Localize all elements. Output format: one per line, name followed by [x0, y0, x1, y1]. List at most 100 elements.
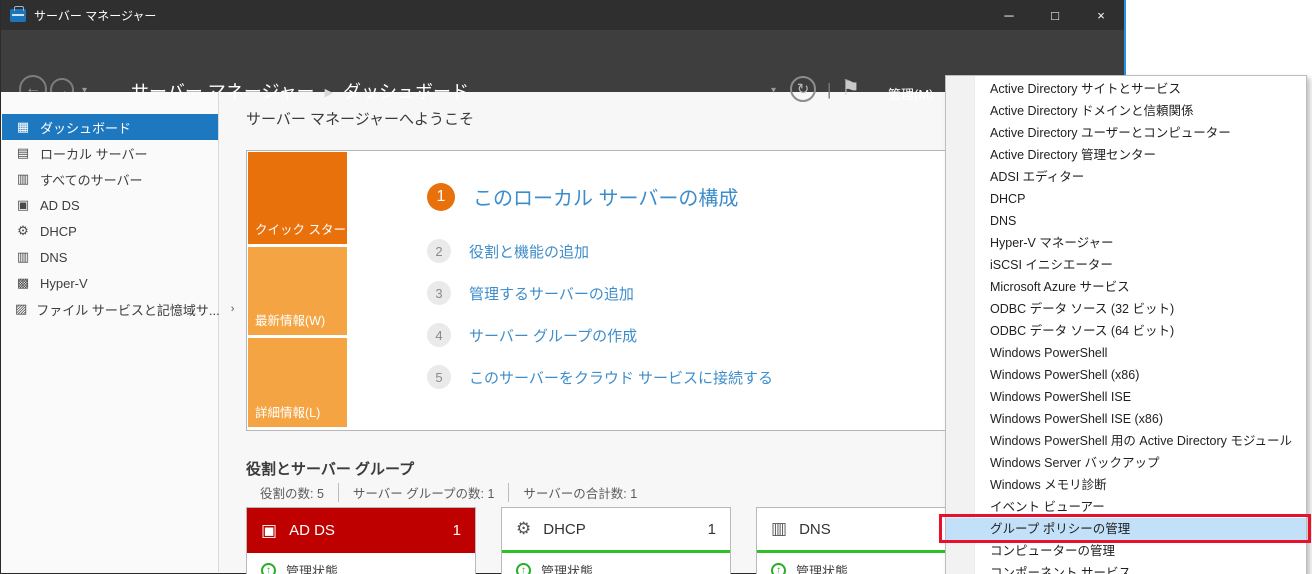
sidebar-item[interactable]: ▥ DNS [2, 244, 218, 270]
manageability-row[interactable]: ↑ 管理状態 [502, 553, 730, 574]
quickstart-step[interactable]: 1 このローカル サーバーの構成 [427, 182, 773, 211]
role-tile[interactable]: ▣ AD DS 1 ↑ 管理状態 [246, 507, 476, 574]
tools-menu-item[interactable]: DHCP [946, 188, 1306, 210]
quickstart-tab[interactable]: クイック スタート(Q) [248, 152, 347, 244]
sidebar-item-icon: ▩ [15, 275, 31, 291]
quickstart-step[interactable]: 2 役割と機能の追加 [427, 239, 773, 263]
sidebar-item-label: AD DS [40, 198, 80, 213]
role-tile[interactable]: ⚙ DHCP 1 ↑ 管理状態 [501, 507, 731, 574]
step-link[interactable]: このサーバーをクラウド サービスに接続する [469, 367, 773, 388]
tools-menu-item[interactable]: Active Directory ドメインと信頼関係 [946, 100, 1306, 122]
tools-menu-item[interactable]: グループ ポリシーの管理 [946, 518, 1306, 540]
tools-menu-item[interactable]: Windows PowerShell ISE (x86) [946, 408, 1306, 430]
tools-menu-item-label: Microsoft Azure サービス [990, 280, 1130, 294]
roles-section-heading: 役割とサーバー グループ [246, 458, 414, 479]
breadcrumb-current[interactable]: ダッシュボード [343, 78, 469, 104]
tools-menu-item[interactable]: Windows PowerShell 用の Active Directory モ… [946, 430, 1306, 452]
tools-menu-item[interactable]: Windows Server バックアップ [946, 452, 1306, 474]
tools-menu-item[interactable]: コンポーネント サービス [946, 562, 1306, 574]
sidebar-item-label: すべてのサーバー [40, 170, 142, 189]
tools-menu-item-label: iSCSI イニシエーター [990, 258, 1113, 272]
close-button[interactable]: × [1078, 0, 1124, 30]
window-controls: ─ □ × [986, 0, 1124, 30]
sidebar-item-icon: ▦ [15, 119, 31, 135]
screenshot-canvas: サーバー マネージャー ─ □ × ← → ▾ サーバー マネージャー ▶ ダッ… [0, 0, 1312, 574]
tools-menu-item[interactable]: Windows PowerShell [946, 342, 1306, 364]
server-manager-app-icon [10, 9, 26, 22]
sidebar-item[interactable]: ▥ すべてのサーバー [2, 166, 218, 192]
tools-menu-item-label: Windows PowerShell ISE [990, 390, 1131, 404]
quickstart-tabs: クイック スタート(Q) 最新情報(W) 詳細情報(L) [248, 152, 347, 427]
role-tile-icon: ⚙ [516, 519, 531, 539]
tools-menu-item[interactable]: ADSI エディター [946, 166, 1306, 188]
tools-menu-item[interactable]: Windows PowerShell (x86) [946, 364, 1306, 386]
tools-menu-item[interactable]: Microsoft Azure サービス [946, 276, 1306, 298]
tools-menu-item-label: Windows PowerShell [990, 346, 1107, 360]
tools-menu-item[interactable]: イベント ビューアー [946, 496, 1306, 518]
tools-menu-item-label: Active Directory サイトとサービス [990, 82, 1181, 96]
tools-menu-item[interactable]: Hyper-V マネージャー [946, 232, 1306, 254]
tools-menu-item[interactable]: iSCSI イニシエーター [946, 254, 1306, 276]
title-bar: サーバー マネージャー ─ □ × [1, 0, 1124, 30]
role-tile-name: DHCP [543, 521, 586, 538]
notifications-flag-icon[interactable]: ⚑ [841, 76, 860, 101]
menu-bar-item[interactable]: 管理(M) [879, 80, 943, 107]
tools-menu-item[interactable]: Active Directory ユーザーとコンピューター [946, 122, 1306, 144]
sidebar-item[interactable]: ⚙ DHCP [2, 218, 218, 244]
role-tile-count: 1 [453, 522, 461, 539]
quickstart-step[interactable]: 5 このサーバーをクラウド サービスに接続する [427, 365, 773, 389]
sidebar-item-label: ローカル サーバー [40, 144, 147, 163]
tools-menu-item[interactable]: Active Directory 管理センター [946, 144, 1306, 166]
tools-menu-item-label: コンポーネント サービス [990, 566, 1131, 574]
tools-menu-item[interactable]: ODBC データ ソース (64 ビット) [946, 320, 1306, 342]
tools-menu-items: Active Directory サイトとサービス Active Directo… [946, 78, 1306, 574]
step-link[interactable]: 役割と機能の追加 [469, 241, 589, 262]
step-number-badge: 4 [427, 323, 451, 347]
refresh-icon[interactable]: ↻ [790, 76, 816, 102]
manageability-label: 管理状態 [286, 561, 338, 574]
role-tile-name: AD DS [289, 522, 335, 539]
tools-menu-item[interactable]: コンピューターの管理 [946, 540, 1306, 562]
quickstart-tab[interactable]: 詳細情報(L) [248, 338, 347, 427]
tools-menu-item[interactable]: DNS [946, 210, 1306, 232]
quickstart-tab[interactable]: 最新情報(W) [248, 247, 347, 335]
sidebar-item[interactable]: ▦ ダッシュボード [2, 114, 218, 140]
tools-menu-item[interactable]: Windows メモリ診断 [946, 474, 1306, 496]
sidebar-item[interactable]: ▨ ファイル サービスと記憶域サ... › [2, 296, 218, 322]
minimize-button[interactable]: ─ [986, 0, 1032, 30]
role-tile-header[interactable]: ⚙ DHCP 1 [502, 508, 730, 553]
roles-stat: サーバー グループの数: 1 [338, 483, 509, 502]
manageability-row[interactable]: ↑ 管理状態 [247, 553, 475, 574]
sidebar-nav: ▦ ダッシュボード ▤ ローカル サーバー ▥ すべてのサーバー [2, 92, 219, 572]
roles-stat: サーバーの合計数: 1 [508, 483, 651, 502]
quickstart-step[interactable]: 3 管理するサーバーの追加 [427, 281, 773, 305]
roles-stat: 役割の数: 5 [246, 483, 338, 502]
tools-menu-item[interactable]: ODBC データ ソース (32 ビット) [946, 298, 1306, 320]
step-link[interactable]: このローカル サーバーの構成 [473, 182, 738, 211]
notifications-dropdown-icon[interactable]: ▾ [771, 85, 776, 96]
tools-menu-item-label: イベント ビューアー [990, 500, 1105, 514]
sidebar-item[interactable]: ▣ AD DS [2, 192, 218, 218]
step-link[interactable]: 管理するサーバーの追加 [469, 283, 634, 304]
quickstart-tab-label: 最新情報(W) [255, 310, 325, 329]
sidebar-item[interactable]: ▤ ローカル サーバー [2, 140, 218, 166]
tools-menu-item-label: Active Directory 管理センター [990, 148, 1156, 162]
quickstart-step[interactable]: 4 サーバー グループの作成 [427, 323, 773, 347]
tools-menu-item[interactable]: Windows PowerShell ISE [946, 386, 1306, 408]
step-number-badge: 3 [427, 281, 451, 305]
tools-menu-item-label: DNS [990, 214, 1016, 228]
step-link[interactable]: サーバー グループの作成 [469, 325, 637, 346]
role-tile-icon: ▣ [261, 521, 277, 541]
tools-menu-item-label: Windows PowerShell ISE (x86) [990, 412, 1163, 426]
maximize-button[interactable]: □ [1032, 0, 1078, 30]
menu-bar-item-label: 管理(M) [888, 87, 934, 102]
tools-menu-item-label: Windows Server バックアップ [990, 456, 1159, 470]
tools-dropdown-menu: Active Directory サイトとサービス Active Directo… [945, 75, 1307, 574]
sidebar-item[interactable]: ▩ Hyper-V [2, 270, 218, 296]
tools-menu-item-label: グループ ポリシーの管理 [990, 522, 1130, 536]
sidebar-item-label: ダッシュボード [40, 118, 131, 137]
tools-menu-item[interactable]: Active Directory サイトとサービス [946, 78, 1306, 100]
role-tile-header[interactable]: ▣ AD DS 1 [247, 508, 475, 553]
sidebar-item-label: DNS [40, 250, 67, 265]
role-tiles: ▣ AD DS 1 ↑ 管理状態 ⚙ DHCP 1 [246, 507, 986, 574]
